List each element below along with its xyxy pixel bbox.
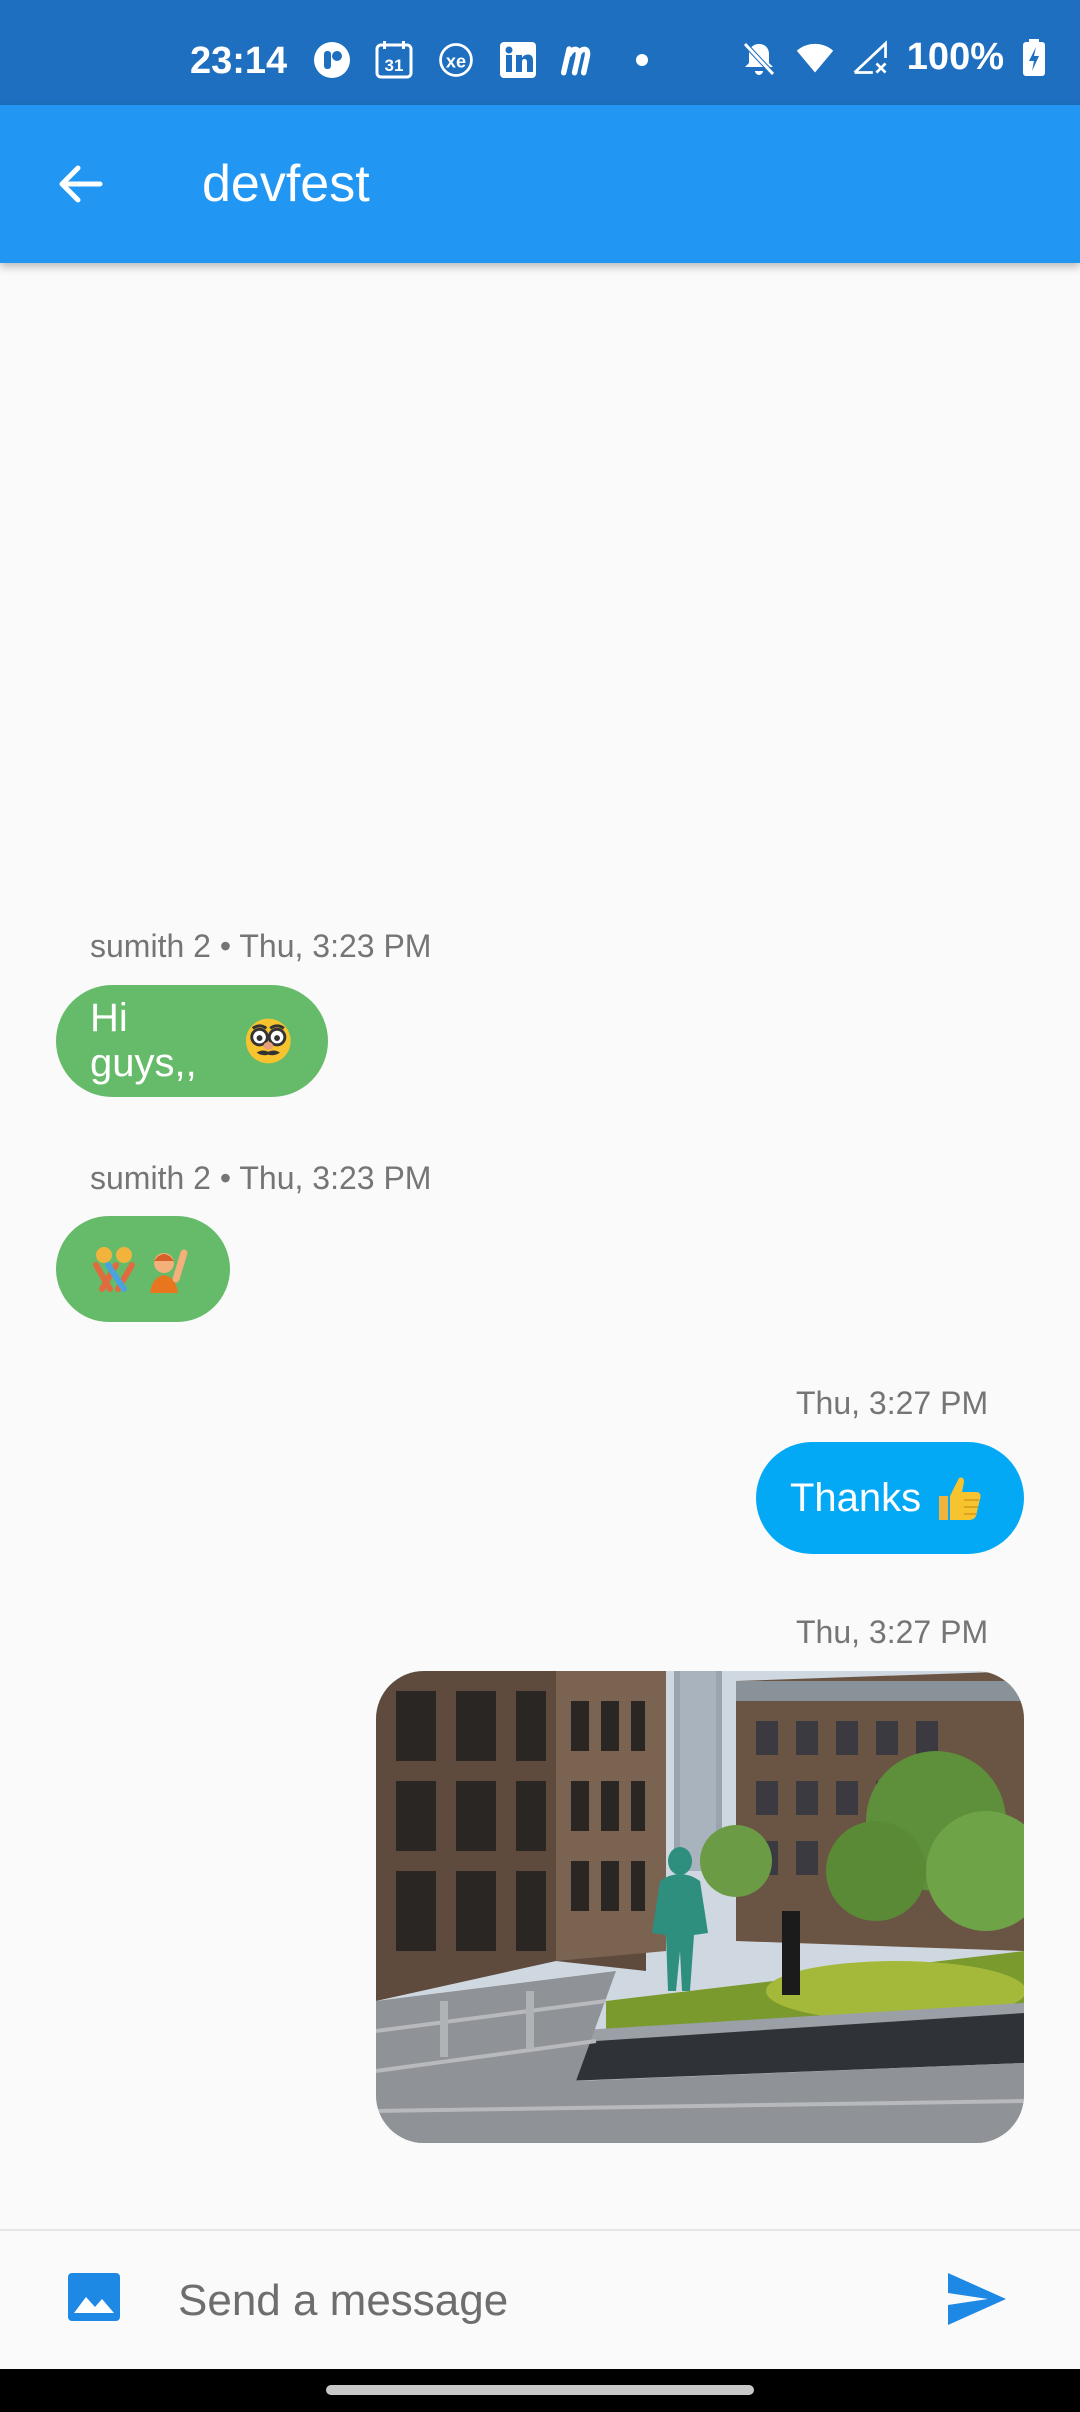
message-composer	[0, 2229, 1080, 2369]
status-time: 23:14	[190, 40, 288, 82]
photo-image	[376, 1671, 1024, 2143]
message-meta: Thu, 3:27 PM	[796, 1614, 989, 1650]
status-bar: 23:14 31 xe 100%	[0, 0, 1080, 105]
message-input[interactable]	[178, 2261, 898, 2341]
calendar-icon: 31	[374, 40, 414, 80]
message-bubble-outgoing[interactable]: Thanks	[756, 1442, 1024, 1554]
system-nav-bar	[0, 2369, 1080, 2412]
r-app-icon	[312, 40, 352, 80]
system-icons: 100%	[739, 36, 1048, 79]
disguised-face-emoji	[246, 1018, 292, 1064]
dot-icon	[622, 40, 662, 80]
calendar-day: 31	[385, 56, 404, 75]
message-bubble-incoming[interactable]: Hi guys,,	[56, 985, 328, 1097]
bell-off-icon	[739, 38, 779, 78]
attach-image-button[interactable]	[66, 2269, 132, 2335]
thumbs-up-emoji	[939, 1477, 981, 1520]
app-bar: devfest	[0, 105, 1080, 263]
m-app-icon	[560, 40, 600, 80]
message-meta: sumith 2 • Thu, 3:23 PM	[90, 928, 432, 964]
battery-percent: 100%	[906, 36, 1004, 78]
battery-charging-icon	[1020, 38, 1048, 78]
courtyard-photo[interactable]	[376, 1671, 1024, 2143]
signal-icon	[851, 38, 891, 78]
send-icon	[948, 2273, 1006, 2325]
arrow-left-icon	[59, 165, 103, 203]
people-wrestling-and-person-raising-hand-emoji	[93, 1247, 188, 1293]
home-handle[interactable]	[326, 2385, 754, 2395]
linkedin-icon	[498, 40, 538, 80]
image-icon	[68, 2273, 120, 2321]
notification-icons: 31 xe	[312, 40, 662, 80]
send-button[interactable]	[944, 2267, 1016, 2339]
message-text: Thanks	[790, 1475, 922, 1520]
page-title: devfest	[202, 155, 370, 213]
message-meta: sumith 2 • Thu, 3:23 PM	[90, 1160, 432, 1196]
back-button[interactable]	[40, 144, 120, 224]
xe-label: xe	[446, 51, 466, 71]
message-bubble-incoming[interactable]	[56, 1216, 230, 1322]
xe-icon: xe	[436, 40, 476, 80]
message-text: Hi guys,,	[90, 996, 197, 1085]
message-meta: Thu, 3:27 PM	[796, 1385, 989, 1421]
wifi-icon	[795, 38, 835, 78]
